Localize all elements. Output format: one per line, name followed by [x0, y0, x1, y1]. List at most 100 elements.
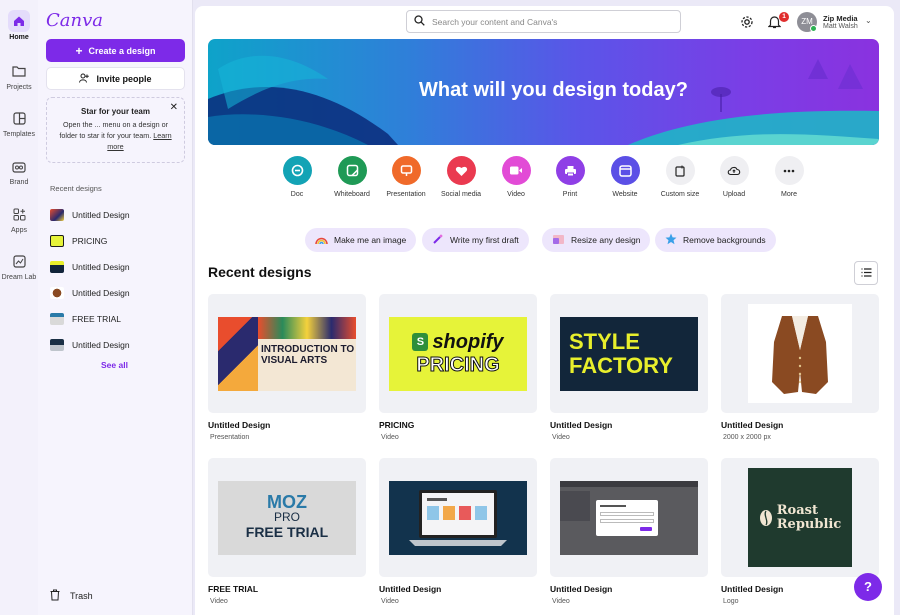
- rail-templates[interactable]: Templates: [0, 107, 38, 138]
- design-thumbnail: [50, 209, 64, 221]
- tool-video[interactable]: Video: [489, 156, 543, 198]
- tool-more[interactable]: More: [762, 156, 816, 198]
- website-icon: [610, 156, 640, 185]
- tool-print[interactable]: Print: [543, 156, 597, 198]
- whiteboard-icon: [337, 156, 367, 185]
- design-card[interactable]: INTRODUCTION TO VISUAL ARTS Untitled Des…: [208, 294, 366, 441]
- list-item[interactable]: FREE TRIAL: [50, 306, 185, 332]
- upload-cloud-icon: [719, 156, 749, 185]
- list-item[interactable]: Untitled Design: [50, 280, 185, 306]
- printer-icon: [555, 156, 585, 185]
- resize-icon: [552, 234, 565, 247]
- close-icon[interactable]: ✕: [170, 102, 178, 113]
- design-thumbnail: [550, 458, 708, 577]
- thumbnail-text: INTRODUCTION TO VISUAL ARTS: [261, 343, 355, 366]
- star-icon: [665, 233, 677, 247]
- apps-icon: [8, 203, 30, 225]
- rail-brand-label: Brand: [9, 179, 29, 186]
- list-item[interactable]: PRICING: [50, 228, 185, 254]
- recent-designs-title: Recent designs: [208, 264, 312, 280]
- laptop-image: [409, 489, 507, 546]
- doc-icon: [282, 156, 312, 185]
- trash-button[interactable]: Trash: [50, 589, 93, 603]
- thumbnail-text-2: PRICING: [416, 353, 500, 376]
- remove-backgrounds-pill[interactable]: Remove backgrounds: [655, 228, 776, 252]
- design-thumbnail: [50, 313, 64, 325]
- star-card-title: Star for your team: [81, 107, 150, 116]
- list-item[interactable]: Untitled Design: [50, 202, 185, 228]
- card-title: FREE TRIAL: [208, 584, 259, 594]
- account-team-name[interactable]: Zip Media: [823, 14, 858, 23]
- design-card[interactable]: Untitled Design Video: [550, 458, 708, 605]
- thumbnail-text-3: FREE TRIAL: [245, 524, 329, 540]
- write-draft-pill[interactable]: Write my first draft: [422, 228, 529, 252]
- list-view-button[interactable]: [854, 261, 878, 285]
- tool-presentation[interactable]: Presentation: [379, 156, 433, 198]
- design-thumbnail: [50, 261, 64, 273]
- tool-label: Print: [562, 191, 578, 198]
- rail-apps[interactable]: Apps: [0, 203, 38, 234]
- side-panel: Canva + Create a design Invite people ✕ …: [38, 0, 193, 615]
- list-item-label: Untitled Design: [72, 340, 130, 350]
- design-card[interactable]: STYLE FACTORY Untitled Design Video: [550, 294, 708, 441]
- pill-label: Write my first draft: [450, 235, 519, 245]
- design-thumbnail: [50, 339, 64, 351]
- help-button[interactable]: ?: [854, 573, 882, 601]
- search-placeholder: Search your content and Canva's: [432, 16, 558, 27]
- list-item-label: PRICING: [72, 236, 108, 246]
- tool-upload[interactable]: Upload: [707, 156, 761, 198]
- see-all-link[interactable]: See all: [101, 360, 128, 370]
- trash-icon: [50, 589, 60, 603]
- list-item[interactable]: Untitled Design: [50, 332, 185, 358]
- make-image-pill[interactable]: Make me an image: [305, 228, 417, 252]
- search-icon: [414, 15, 425, 28]
- design-thumbnail: INTRODUCTION TO VISUAL ARTS: [208, 294, 366, 413]
- rail-brand[interactable]: Brand: [0, 155, 38, 186]
- online-status-dot: [810, 25, 817, 32]
- list-item-label: Untitled Design: [72, 288, 130, 298]
- design-card[interactable]: MOZ PRO FREE TRIAL FREE TRIAL Video: [208, 458, 366, 605]
- design-card[interactable]: Untitled Design Video: [379, 458, 537, 605]
- design-thumbnail: Roast Republic: [721, 458, 879, 577]
- folder-icon: [8, 60, 30, 82]
- design-card[interactable]: Untitled Design 2000 x 2000 px: [721, 294, 879, 441]
- design-thumbnail: [379, 458, 537, 577]
- list-view-icon: [861, 264, 872, 282]
- chevron-down-icon[interactable]: ⌄: [865, 16, 872, 25]
- pill-label: Resize any design: [571, 235, 641, 245]
- list-item-label: Untitled Design: [72, 262, 130, 272]
- rail-dream-lab[interactable]: Dream Lab: [0, 250, 38, 281]
- tool-doc[interactable]: Doc: [270, 156, 324, 198]
- list-item[interactable]: Untitled Design: [50, 254, 185, 280]
- thumbnail-text-2: FACTORY: [569, 352, 673, 378]
- tool-custom-size[interactable]: Custom size: [653, 156, 707, 198]
- create-design-button[interactable]: + Create a design: [46, 39, 185, 62]
- more-dots-icon: [774, 156, 804, 185]
- rail-home-label: Home: [9, 34, 29, 41]
- rail-projects[interactable]: Projects: [0, 60, 38, 91]
- tool-website[interactable]: Website: [598, 156, 652, 198]
- tool-whiteboard[interactable]: Whiteboard: [325, 156, 379, 198]
- invite-people-button[interactable]: Invite people: [46, 67, 185, 90]
- gear-icon[interactable]: [740, 15, 754, 34]
- card-title: PRICING: [379, 420, 415, 430]
- recent-designs-header: Recent designs: [50, 184, 102, 193]
- card-title: Untitled Design: [550, 420, 613, 430]
- search-input[interactable]: Search your content and Canva's: [406, 10, 681, 33]
- heart-icon: [446, 156, 476, 185]
- canva-logo[interactable]: Canva: [46, 10, 103, 31]
- list-item-label: FREE TRIAL: [72, 314, 121, 324]
- rail-dream-lab-label: Dream Lab: [1, 274, 37, 281]
- resize-design-pill[interactable]: Resize any design: [542, 228, 651, 252]
- custom-size-icon: [665, 156, 695, 185]
- design-card[interactable]: S shopify PRICING PRICING Video: [379, 294, 537, 441]
- tool-label: More: [781, 191, 797, 198]
- rail-home[interactable]: Home: [0, 10, 38, 41]
- design-thumbnail: STYLE FACTORY: [550, 294, 708, 413]
- design-thumbnail: [50, 287, 64, 299]
- card-subtitle: Video: [210, 598, 228, 605]
- tool-label: Custom size: [660, 191, 700, 198]
- tool-social-media[interactable]: Social media: [434, 156, 488, 198]
- thumbnail-text: MOZ: [267, 492, 307, 512]
- plus-icon: +: [75, 43, 83, 58]
